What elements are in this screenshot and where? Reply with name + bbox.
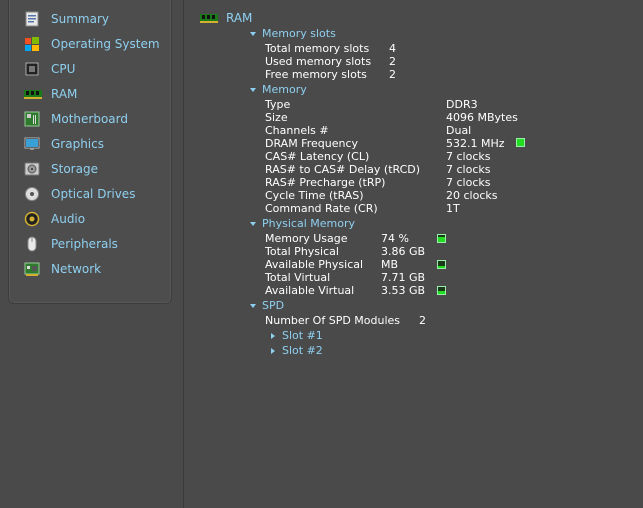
field-label: Available Virtual <box>265 284 355 297</box>
section-title: Physical Memory <box>262 217 355 230</box>
field-label: Size <box>265 111 288 124</box>
sidebar-item-label: Audio <box>51 212 86 226</box>
sidebar-item-optical-drives[interactable]: Optical Drives <box>24 185 135 203</box>
field-label: Memory Usage <box>265 232 348 245</box>
section-title: SPD <box>262 299 285 312</box>
section-physical-memory[interactable]: Physical Memory <box>250 217 355 230</box>
sidebar: Summary Operating System CPU RAM Motherb… <box>8 0 172 304</box>
field-value: 74 % <box>381 232 409 245</box>
sidebar-item-operating-system[interactable]: Operating System <box>24 35 160 53</box>
sidebar-item-label: CPU <box>51 62 76 76</box>
available-physical-gauge <box>437 260 446 269</box>
field-value: 2 <box>389 55 396 68</box>
field-value: MB <box>381 258 399 271</box>
sidebar-item-network[interactable]: Network <box>24 260 101 278</box>
sidebar-item-audio[interactable]: Audio <box>24 210 85 228</box>
collapse-arrow-icon <box>250 32 256 36</box>
field-label: Total Physical <box>265 245 339 258</box>
page-title: RAM <box>226 11 253 25</box>
field-label: DRAM Frequency <box>265 137 359 150</box>
field-value: 7 clocks <box>446 163 491 176</box>
field-label: Total Virtual <box>265 271 331 284</box>
field-value: 2 <box>389 68 396 81</box>
storage-icon <box>24 161 42 177</box>
memory-usage-gauge <box>437 234 446 243</box>
field-value: 7 clocks <box>446 150 491 163</box>
field-value: 7 clocks <box>446 176 491 189</box>
field-value: Dual <box>446 124 472 137</box>
sidebar-item-label: Optical Drives <box>51 187 136 201</box>
sidebar-item-summary[interactable]: Summary <box>24 10 109 28</box>
field-label: Used memory slots <box>265 55 372 68</box>
section-spd[interactable]: SPD <box>250 299 284 312</box>
sidebar-item-ram[interactable]: RAM <box>24 85 77 103</box>
optical-drive-icon <box>24 186 42 202</box>
field-value: 4096 MBytes <box>446 111 518 124</box>
field-label: Free memory slots <box>265 68 367 81</box>
slot-label: Slot #1 <box>282 329 323 342</box>
sidebar-item-label: Operating System <box>51 37 160 51</box>
spd-slot-2[interactable]: Slot #2 <box>271 344 323 357</box>
field-value: DDR3 <box>446 98 478 111</box>
field-value: 2 <box>419 314 426 327</box>
collapse-arrow-icon <box>250 88 256 92</box>
sidebar-item-graphics[interactable]: Graphics <box>24 135 104 153</box>
field-label: CAS# Latency (CL) <box>265 150 370 163</box>
field-value: 3.53 GB <box>381 284 426 297</box>
expand-arrow-icon <box>271 348 275 354</box>
field-value: 7.71 GB <box>381 271 426 284</box>
collapse-arrow-icon <box>250 222 256 226</box>
sidebar-item-motherboard[interactable]: Motherboard <box>24 110 128 128</box>
slot-label: Slot #2 <box>282 344 323 357</box>
sidebar-item-label: Motherboard <box>51 112 128 126</box>
sidebar-panel: Summary Operating System CPU RAM Motherb… <box>0 0 184 508</box>
field-label: Type <box>265 98 291 111</box>
field-label: Channels # <box>265 124 329 137</box>
ram-icon <box>200 11 218 25</box>
sidebar-item-cpu[interactable]: CPU <box>24 60 75 78</box>
monitor-icon <box>24 136 42 152</box>
field-label: Total memory slots <box>265 42 370 55</box>
sidebar-item-label: Storage <box>51 162 98 176</box>
field-label: RAS# to CAS# Delay (tRCD) <box>265 163 421 176</box>
cpu-icon <box>24 61 42 77</box>
motherboard-icon <box>24 111 42 127</box>
field-label: Cycle Time (tRAS) <box>265 189 364 202</box>
field-value: 4 <box>389 42 396 55</box>
ram-icon <box>24 86 42 102</box>
field-label: Available Physical <box>265 258 364 271</box>
section-title: Memory slots <box>262 27 336 40</box>
available-virtual-gauge <box>437 286 446 295</box>
sidebar-item-storage[interactable]: Storage <box>24 160 98 178</box>
sidebar-item-label: Graphics <box>51 137 104 151</box>
field-value: 1T <box>446 202 460 215</box>
field-value: 532.1 MHz <box>446 137 505 150</box>
speaker-icon <box>24 211 42 227</box>
sidebar-item-peripherals[interactable]: Peripherals <box>24 235 118 253</box>
network-icon <box>24 261 42 277</box>
page-title-row: RAM <box>200 11 252 25</box>
section-memory-slots[interactable]: Memory slots <box>250 27 336 40</box>
field-label: Command Rate (CR) <box>265 202 378 215</box>
collapse-arrow-icon <box>250 304 256 308</box>
sidebar-item-label: RAM <box>51 87 78 101</box>
frequency-indicator <box>516 138 525 147</box>
section-title: Memory <box>262 83 307 96</box>
spd-slot-1[interactable]: Slot #1 <box>271 329 323 342</box>
field-value: 3.86 GB <box>381 245 426 258</box>
sidebar-item-label: Peripherals <box>51 237 118 251</box>
sidebar-item-label: Summary <box>51 12 109 26</box>
field-value: 20 clocks <box>446 189 498 202</box>
windows-icon <box>24 36 42 52</box>
section-memory[interactable]: Memory <box>250 83 307 96</box>
summary-icon <box>24 11 42 27</box>
main-panel: RAM Memory slots Total memory slots 4 Us… <box>184 0 643 508</box>
field-label: Number Of SPD Modules <box>265 314 401 327</box>
expand-arrow-icon <box>271 333 275 339</box>
field-label: RAS# Precharge (tRP) <box>265 176 386 189</box>
sidebar-item-label: Network <box>51 262 102 276</box>
mouse-icon <box>24 236 42 252</box>
